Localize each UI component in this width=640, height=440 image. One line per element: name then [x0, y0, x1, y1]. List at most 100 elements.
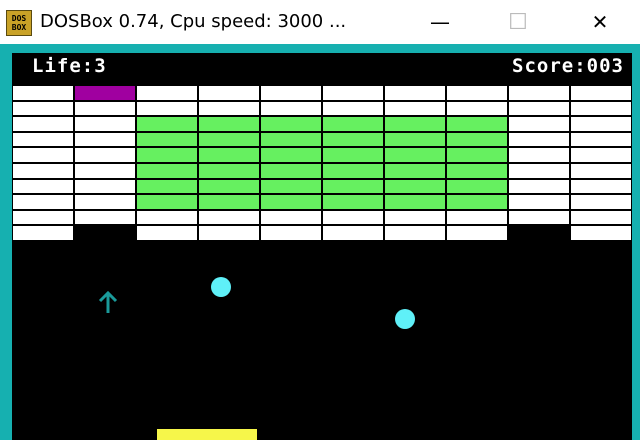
brick: [322, 178, 384, 195]
dosbox-app-icon[interactable]: DOS BOX: [6, 10, 32, 36]
brick: [570, 209, 632, 226]
close-button[interactable]: ✕: [572, 0, 628, 44]
brick: [384, 116, 446, 132]
brick: [136, 163, 198, 179]
game-screen[interactable]: Life:3 Score:003: [12, 53, 632, 440]
brick: [74, 116, 136, 132]
brick: [260, 100, 322, 117]
brick: [136, 178, 198, 195]
brick: [384, 147, 446, 163]
brick: [260, 131, 322, 148]
brick: [198, 225, 260, 241]
brick: [322, 131, 384, 148]
brick: [322, 225, 384, 241]
brick: [260, 163, 322, 179]
brick: [570, 116, 632, 132]
maximize-icon: ☐: [508, 9, 528, 35]
brick: [570, 194, 632, 210]
brick: [322, 116, 384, 132]
brick: [570, 100, 632, 117]
brick: [136, 147, 198, 163]
brick: [12, 225, 74, 241]
brick: [384, 194, 446, 210]
brick: [570, 85, 632, 101]
brick: [198, 194, 260, 210]
brick: [508, 116, 570, 132]
brick: [198, 163, 260, 179]
brick: [384, 100, 446, 117]
brick: [384, 178, 446, 195]
brick: [136, 131, 198, 148]
brick: [322, 147, 384, 163]
brick: [446, 163, 508, 179]
brick: [508, 131, 570, 148]
brick: [198, 85, 260, 101]
brick: [136, 100, 198, 117]
brick: [508, 100, 570, 117]
close-icon: ✕: [591, 10, 609, 34]
ball: [395, 309, 415, 329]
brick: [74, 194, 136, 210]
app-icon-text-top: DOS: [11, 14, 27, 23]
brick: [322, 194, 384, 210]
brick: [198, 147, 260, 163]
brick: [74, 163, 136, 179]
app-icon-text-bottom: BOX: [11, 23, 27, 32]
brick: [198, 100, 260, 117]
brick: [74, 147, 136, 163]
brick: [12, 178, 74, 195]
brick: [446, 209, 508, 226]
score-counter: Score:003: [512, 55, 624, 77]
brick: [322, 85, 384, 101]
brick: [322, 163, 384, 179]
minimize-icon: —: [430, 10, 450, 34]
title-bar: DOS BOX DOSBox 0.74, Cpu speed: 3000 ...…: [0, 0, 640, 46]
brick: [446, 225, 508, 241]
brick: [260, 147, 322, 163]
brick: [446, 178, 508, 195]
brick: [12, 163, 74, 179]
brick: [384, 225, 446, 241]
brick: [136, 194, 198, 210]
brick: [12, 131, 74, 148]
brick: [570, 163, 632, 179]
brick: [322, 209, 384, 226]
brick: [136, 209, 198, 226]
ball: [211, 277, 231, 297]
brick: [260, 178, 322, 195]
brick: [446, 131, 508, 148]
brick: [446, 147, 508, 163]
minimize-button[interactable]: —: [412, 0, 468, 44]
arrow-up-icon: [98, 291, 118, 313]
brick: [446, 85, 508, 101]
brick: [508, 178, 570, 195]
brick: [12, 100, 74, 117]
brick: [260, 209, 322, 226]
brick: [508, 147, 570, 163]
brick: [446, 194, 508, 210]
brick: [260, 85, 322, 101]
brick: [12, 85, 74, 101]
brick: [508, 163, 570, 179]
brick: [508, 209, 570, 226]
window-title: DOSBox 0.74, Cpu speed: 3000 ...: [40, 11, 347, 32]
maximize-button[interactable]: ☐: [490, 0, 546, 44]
brick: [570, 178, 632, 195]
brick: [198, 178, 260, 195]
brick: [508, 85, 570, 101]
brick: [260, 116, 322, 132]
brick: [12, 116, 74, 132]
brick: [322, 100, 384, 117]
brick: [198, 131, 260, 148]
brick: [570, 225, 632, 241]
brick: [384, 209, 446, 226]
brick: [446, 100, 508, 117]
brick: [508, 194, 570, 210]
brick: [12, 147, 74, 163]
brick: [12, 194, 74, 210]
brick: [446, 116, 508, 132]
brick: [136, 225, 198, 241]
brick: [384, 131, 446, 148]
brick: [260, 225, 322, 241]
brick: [198, 116, 260, 132]
